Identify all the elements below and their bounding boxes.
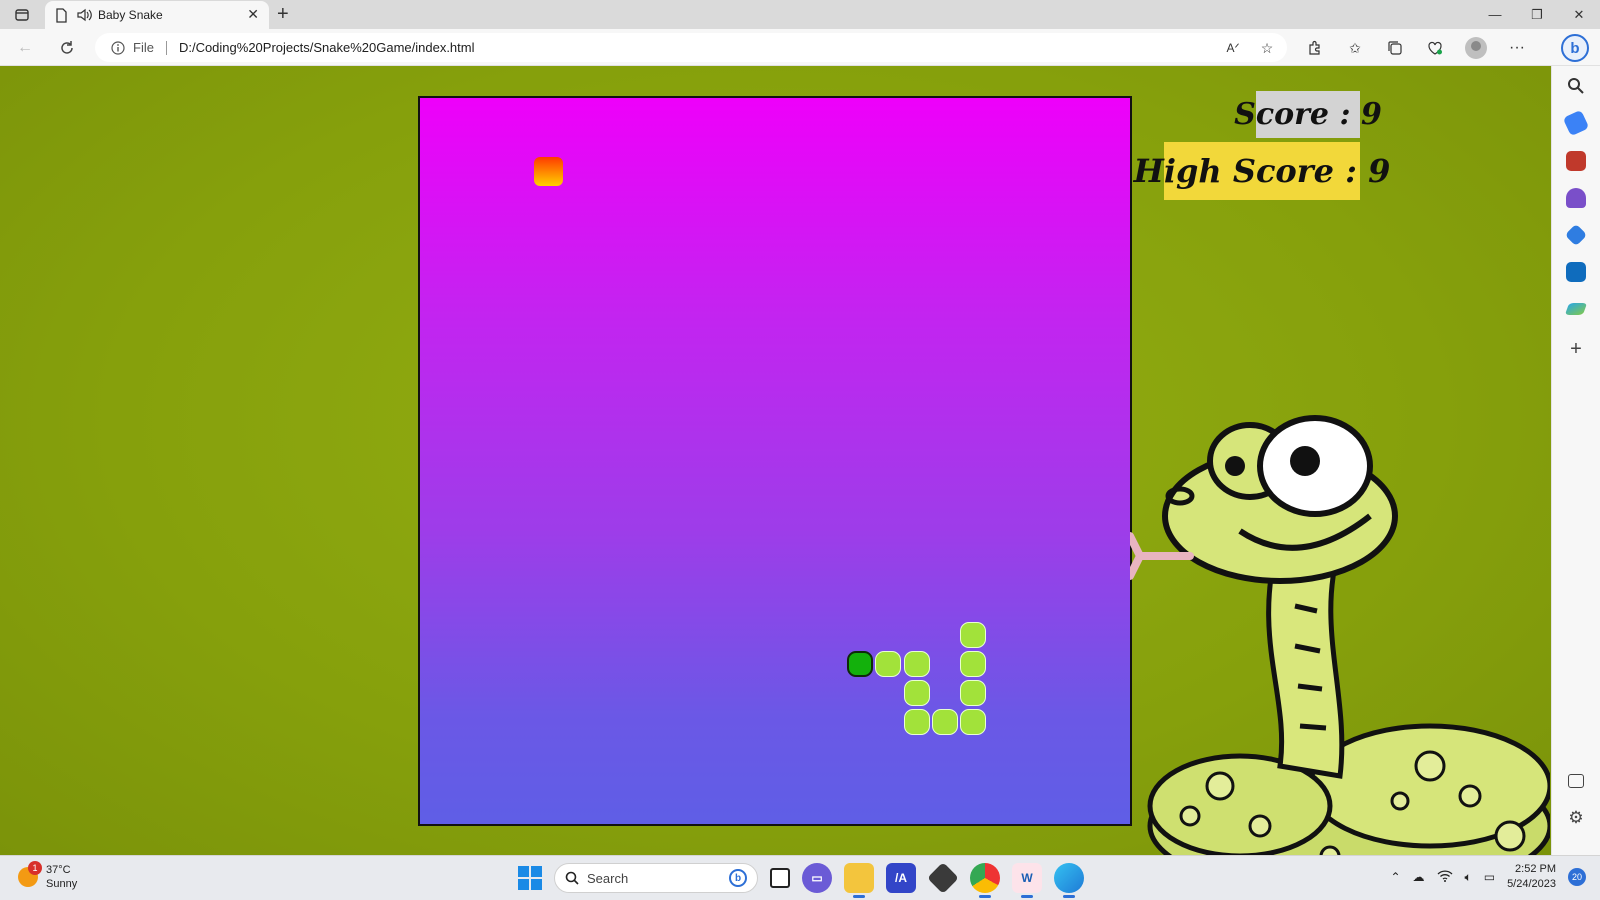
address-separator bbox=[165, 40, 167, 55]
weather-sun-icon: 1 bbox=[18, 861, 42, 887]
tab-strip: Baby Snake ✕ + — ❐ ✕ bbox=[0, 0, 1600, 29]
active-tab[interactable]: Baby Snake ✕ bbox=[45, 1, 269, 29]
snake-body-segment bbox=[903, 679, 930, 706]
file-explorer-icon[interactable] bbox=[844, 863, 874, 898]
edge-sidebar: + ⚙ bbox=[1551, 66, 1600, 855]
clock-time: 2:52 PM bbox=[1515, 863, 1556, 875]
snake-body-segment bbox=[931, 708, 958, 735]
refresh-icon[interactable] bbox=[56, 37, 78, 59]
more-options-icon[interactable]: ··· bbox=[1507, 38, 1527, 58]
shopping-tag-icon[interactable] bbox=[1562, 109, 1590, 137]
url-scheme-label: File bbox=[133, 40, 154, 55]
window-controls: — ❐ ✕ bbox=[1474, 0, 1600, 29]
new-tab-icon[interactable]: + bbox=[277, 4, 289, 24]
info-icon bbox=[111, 40, 125, 55]
game-board bbox=[418, 96, 1132, 826]
bing-chat-icon[interactable]: b bbox=[1561, 34, 1589, 62]
food-block bbox=[534, 157, 564, 187]
page-viewport: Score : 9 High Score : 9 bbox=[0, 66, 1551, 855]
task-view-icon[interactable] bbox=[770, 868, 790, 888]
games-icon[interactable] bbox=[1566, 188, 1586, 208]
read-aloud-icon[interactable]: Aᐟ bbox=[1223, 38, 1243, 58]
snake-body-segment bbox=[903, 650, 930, 677]
clock[interactable]: 2:52 PM 5/24/2023 bbox=[1507, 862, 1556, 892]
add-favorite-icon[interactable]: ☆ bbox=[1257, 38, 1277, 58]
weather-alert-badge: 1 bbox=[28, 861, 42, 875]
settings-icon[interactable]: ⚙ bbox=[1566, 808, 1586, 828]
add-icon[interactable]: + bbox=[1566, 339, 1586, 359]
battery-icon[interactable]: ▭ bbox=[1484, 870, 1495, 884]
snake-body-segment bbox=[960, 679, 987, 706]
taskbar-search[interactable]: Search b bbox=[554, 863, 758, 893]
windows-taskbar: 1 37°C Sunny Search b ▭ /A W ⌃ ☁ 🔈︎ ▭ 2:… bbox=[0, 855, 1600, 900]
browser-essentials-icon[interactable] bbox=[1425, 38, 1445, 58]
search-glass-icon bbox=[565, 871, 579, 885]
snake-head bbox=[846, 650, 873, 677]
back-arrow-icon[interactable]: ← bbox=[14, 37, 36, 59]
address-bar-actions: Aᐟ ☆ bbox=[1223, 38, 1277, 58]
snake-body-segment bbox=[960, 708, 987, 735]
outlook-icon[interactable] bbox=[1566, 262, 1586, 282]
notification-badge[interactable]: 20 bbox=[1568, 868, 1586, 886]
taskbar-apps: Search b ▭ /A W bbox=[518, 862, 1084, 898]
system-tray: ⌃ ☁ 🔈︎ ▭ 2:52 PM 5/24/2023 20 bbox=[1390, 862, 1586, 892]
bing-search-icon: b bbox=[729, 869, 747, 887]
chrome-icon[interactable] bbox=[970, 863, 1000, 898]
snake-body-segment bbox=[875, 650, 902, 677]
minimize-icon[interactable]: — bbox=[1474, 0, 1516, 29]
snake-body-segment bbox=[903, 708, 930, 735]
tab-title: Baby Snake bbox=[98, 8, 163, 22]
tab-close-icon[interactable]: ✕ bbox=[247, 7, 259, 21]
edge-browser-icon[interactable] bbox=[1054, 863, 1084, 898]
profile-avatar[interactable] bbox=[1465, 37, 1487, 59]
show-hidden-icons-chevron-icon[interactable]: ⌃ bbox=[1390, 870, 1400, 884]
start-button[interactable] bbox=[518, 866, 542, 890]
high-score-display: High Score : 9 bbox=[1134, 142, 1390, 200]
onedrive-cloud-icon[interactable]: ☁ bbox=[1413, 870, 1425, 884]
teams-chat-icon[interactable]: ▭ bbox=[802, 863, 832, 893]
snake-mascot-image bbox=[1130, 415, 1550, 855]
address-bar[interactable]: File D:/Coding%20Projects/Snake%20Game/i… bbox=[95, 33, 1287, 62]
word-app-icon[interactable]: W bbox=[1012, 863, 1042, 898]
wifi-icon[interactable] bbox=[1437, 869, 1453, 885]
tab-actions-icon bbox=[15, 9, 29, 21]
toolbox-icon[interactable] bbox=[1566, 151, 1586, 171]
office-icon[interactable] bbox=[1564, 223, 1588, 247]
browser-toolbar: ← File D:/Coding%20Projects/Snake%20Game… bbox=[0, 29, 1600, 66]
search-icon[interactable] bbox=[1566, 76, 1586, 96]
weather-widget[interactable]: 1 37°C Sunny bbox=[18, 861, 78, 891]
restore-icon[interactable]: ❐ bbox=[1516, 0, 1558, 29]
send-icon[interactable] bbox=[1564, 303, 1588, 315]
score-display: Score : 9 bbox=[1234, 91, 1382, 138]
search-placeholder: Search bbox=[587, 870, 629, 886]
split-screen-icon[interactable] bbox=[1568, 774, 1584, 788]
extensions-icon[interactable] bbox=[1305, 38, 1325, 58]
tab-actions-button[interactable] bbox=[8, 4, 36, 26]
weather-condition: Sunny bbox=[46, 878, 78, 890]
temperature: 37°C bbox=[46, 864, 71, 876]
vscode-like-app-icon[interactable]: /A bbox=[886, 863, 916, 893]
volume-icon[interactable]: 🔈︎ bbox=[1465, 870, 1472, 885]
site-info[interactable]: File bbox=[111, 40, 154, 55]
collections-icon[interactable] bbox=[1385, 38, 1405, 58]
snake-body-segment bbox=[960, 650, 987, 677]
url-text[interactable]: D:/Coding%20Projects/Snake%20Game/index.… bbox=[179, 40, 475, 55]
speaker-icon[interactable] bbox=[76, 8, 92, 22]
snake-body-segment bbox=[960, 621, 987, 648]
close-window-icon[interactable]: ✕ bbox=[1558, 0, 1600, 29]
page-icon bbox=[56, 7, 67, 23]
clock-date: 5/24/2023 bbox=[1507, 878, 1556, 890]
toolbar-actions: ✩ ··· bbox=[1305, 37, 1527, 59]
favorites-icon[interactable]: ✩ bbox=[1345, 38, 1365, 58]
unity-app-icon[interactable] bbox=[927, 862, 959, 894]
